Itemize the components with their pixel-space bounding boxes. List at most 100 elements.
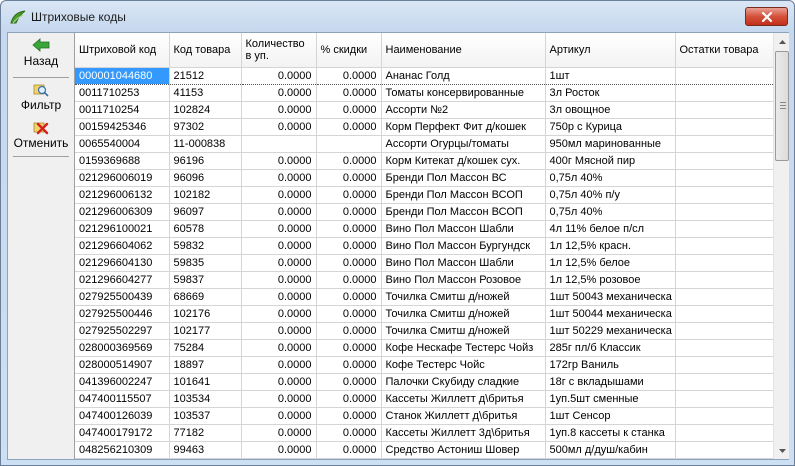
cell-stock[interactable] [675,339,773,357]
cell-barcode[interactable]: 047400126039 [75,407,170,425]
cell-code[interactable]: 103537 [169,407,242,425]
cell-stock[interactable] [675,271,773,289]
cell-barcode[interactable]: 000001044680 [75,66,170,85]
back-button[interactable]: Назад [10,38,72,68]
cell-name[interactable]: Кофе Тестерс Чойс [381,356,546,374]
table-row[interactable]: 000001044680 21512 0.0000 0.0000 Ананас Голд… [75,66,773,85]
column-header[interactable]: Остатки товара [675,33,773,68]
cell-disc[interactable]: 0.0000 [316,186,382,204]
cell-disc[interactable]: 0.0000 [316,118,382,136]
cell-stock[interactable] [675,237,773,255]
cell-code[interactable]: 77182 [169,424,242,442]
table-row[interactable]: 00159425346 97302 0.0000 0.0000 Корм Перфект… [75,118,773,136]
cell-stock[interactable] [675,390,773,408]
cell-stock[interactable] [675,288,773,306]
cell-barcode[interactable]: 028000369569 [75,339,170,357]
cell-disc[interactable]: 0.0000 [316,356,382,374]
table-row[interactable]: 021296604277 59837 0.0000 0.0000 Вино Пол Ма… [75,271,773,289]
cell-stock[interactable] [675,441,773,459]
filter-button[interactable]: Фильтр [10,83,72,112]
cell-name[interactable]: Точилка Смитш д/ножей [381,288,546,306]
cell-art[interactable]: 1уп.8 кассеты к станка [545,424,676,442]
cell-qty[interactable]: 0.0000 [241,356,317,374]
cell-qty[interactable]: 0.0000 [241,237,317,255]
cell-art[interactable]: 0,75л 40% п/у [545,186,676,204]
cell-name[interactable]: Корм Перфект Фит д/кошек [381,118,546,136]
cell-barcode[interactable]: 027925500439 [75,288,170,306]
cell-qty[interactable]: 0.0000 [241,118,317,136]
cell-barcode[interactable]: 021296604130 [75,254,170,272]
scroll-down-button[interactable] [774,442,790,459]
cell-disc[interactable]: 0.0000 [316,66,382,85]
table-row[interactable]: 048256210309 99463 0.0000 0.0000 Средство Ас… [75,441,773,459]
cell-barcode[interactable]: 027925502297 [75,322,170,340]
cell-disc[interactable]: 0.0000 [316,424,382,442]
cell-code[interactable]: 99463 [169,441,242,459]
cell-disc[interactable] [316,135,382,153]
column-header[interactable]: Наименование [381,33,546,68]
cell-art[interactable]: 3л овощное [545,101,676,119]
cell-stock[interactable] [675,424,773,442]
table-row[interactable]: 027925500446 102176 0.0000 0.0000 Точилка См… [75,305,773,323]
vertical-scrollbar[interactable] [773,33,789,459]
cell-qty[interactable]: 0.0000 [241,101,317,119]
title-bar[interactable]: Штриховые коды [1,1,794,31]
cell-name[interactable]: Вино Пол Массон Шабли [381,254,546,272]
cell-barcode[interactable]: 047400115507 [75,390,170,408]
cell-name[interactable]: Точилка Смитш д/ножей [381,305,546,323]
cell-disc[interactable]: 0.0000 [316,373,382,391]
cell-stock[interactable] [675,203,773,221]
table-row[interactable]: 047400126039 103537 0.0000 0.0000 Станок Жил… [75,407,773,425]
cell-code[interactable]: 75284 [169,339,242,357]
cell-name[interactable]: Точилка Смитш д/ножей [381,322,546,340]
cell-code[interactable]: 59832 [169,237,242,255]
cell-qty[interactable]: 0.0000 [241,322,317,340]
column-header[interactable]: Код товара [169,33,242,68]
cell-art[interactable]: 1шт Сенсор [545,407,676,425]
cell-qty[interactable]: 0.0000 [241,186,317,204]
cell-name[interactable]: Бренди Пол Массон ВСОП [381,203,546,221]
table-row[interactable]: 021296006019 96096 0.0000 0.0000 Бренди Пол … [75,169,773,187]
table-row[interactable]: 021296604062 59832 0.0000 0.0000 Вино Пол Ма… [75,237,773,255]
cell-disc[interactable]: 0.0000 [316,152,382,170]
cell-art[interactable]: 1шт [545,66,676,85]
cell-disc[interactable]: 0.0000 [316,84,382,102]
scroll-up-button[interactable] [774,33,790,50]
cell-qty[interactable]: 0.0000 [241,254,317,272]
cell-art[interactable]: 0,75л 40% [545,203,676,221]
cell-name[interactable]: Средство Астониш Шовер [381,441,546,459]
cell-barcode[interactable]: 0011710253 [75,84,170,102]
table-row[interactable]: 021296006132 102182 0.0000 0.0000 Бренди Пол… [75,186,773,204]
cell-barcode[interactable]: 021296006132 [75,186,170,204]
cell-barcode[interactable]: 0011710254 [75,101,170,119]
cell-barcode[interactable]: 0065540004 [75,135,170,153]
column-header[interactable]: % скидки [316,33,382,68]
cell-disc[interactable]: 0.0000 [316,322,382,340]
cell-stock[interactable] [675,84,773,102]
cell-qty[interactable]: 0.0000 [241,441,317,459]
cell-name[interactable]: Станок Жиллетт д\бритья [381,407,546,425]
cell-barcode[interactable]: 048256210309 [75,441,170,459]
cell-qty[interactable]: 0.0000 [241,373,317,391]
cell-name[interactable]: Бренди Пол Массон ВСОП [381,186,546,204]
cell-disc[interactable]: 0.0000 [316,441,382,459]
table-row[interactable]: 0159369688 96196 0.0000 0.0000 Корм Китекат … [75,152,773,170]
cell-qty[interactable] [241,135,317,153]
cell-qty[interactable]: 0.0000 [241,271,317,289]
cell-disc[interactable]: 0.0000 [316,288,382,306]
cell-disc[interactable]: 0.0000 [316,390,382,408]
cell-disc[interactable]: 0.0000 [316,237,382,255]
cell-name[interactable]: Кассеты Жиллетт 3д\бритья [381,424,546,442]
cell-stock[interactable] [675,118,773,136]
cell-name[interactable]: Бренди Пол Массон ВС [381,169,546,187]
column-header[interactable]: Артикул [545,33,676,68]
barcodes-grid[interactable]: Штриховой код Код товара Количество в уп… [74,33,773,459]
cell-qty[interactable]: 0.0000 [241,220,317,238]
cell-disc[interactable]: 0.0000 [316,305,382,323]
cell-code[interactable]: 97302 [169,118,242,136]
table-row[interactable]: 047400179172 77182 0.0000 0.0000 Кассеты Жил… [75,424,773,442]
cell-code[interactable]: 18897 [169,356,242,374]
cell-disc[interactable]: 0.0000 [316,271,382,289]
cell-qty[interactable]: 0.0000 [241,203,317,221]
cell-barcode[interactable]: 021296604277 [75,271,170,289]
